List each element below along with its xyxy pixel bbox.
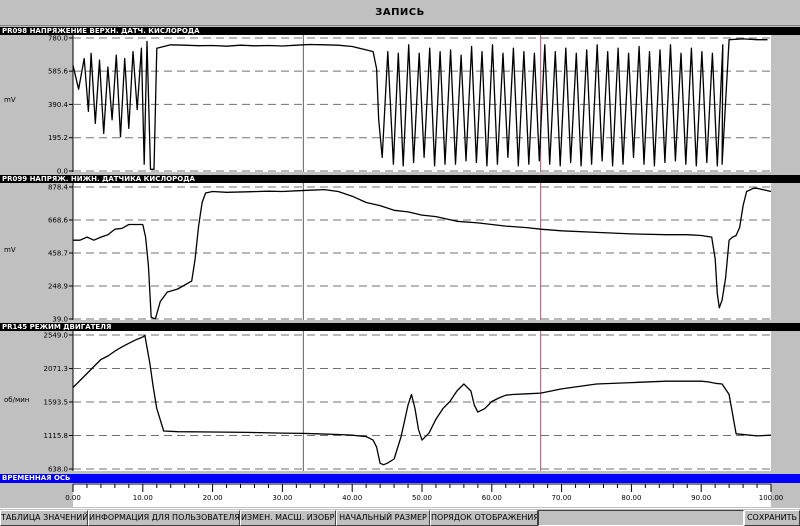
plot-area: 0.0195.2390.4585.6780.0mV39.0248.9458.76… xyxy=(4,35,783,507)
change-scale-button[interactable]: ИЗМЕН. МАСШ. ИЗОБР. xyxy=(240,510,336,526)
ytick-label-engine-rpm-0: 638.0 xyxy=(48,466,68,474)
panel-title-lower-o2: PR099 НАПРЯЖ. НИЖН. ДАТЧИКА КИСЛОРОДА xyxy=(0,175,800,183)
ylabel-lower-o2: mV xyxy=(4,246,16,254)
plot-bg-lower-o2 xyxy=(73,183,771,320)
plot-bg-engine-rpm xyxy=(73,331,771,471)
save-button[interactable]: СОХРАНИТЬ xyxy=(744,510,800,526)
initial-size-button[interactable]: НАЧАЛЬНЫЙ РАЗМЕР xyxy=(336,510,430,526)
ytick-label-upper-o2-2: 390.4 xyxy=(48,101,69,109)
ytick-label-lower-o2-4: 878.4 xyxy=(48,184,69,192)
ytick-label-engine-rpm-4: 2549.0 xyxy=(44,332,69,340)
ylabel-engine-rpm: об/мин xyxy=(4,396,29,404)
ytick-label-upper-o2-1: 195.2 xyxy=(48,134,68,142)
ytick-label-upper-o2-3: 585.6 xyxy=(48,68,69,76)
record-window: ЗАПИСЬ PR098 НАПРЯЖЕНИЕ ВЕРХН. ДАТЧ. КИС… xyxy=(0,0,800,526)
ytick-label-lower-o2-1: 248.9 xyxy=(48,282,68,290)
user-info-button[interactable]: ИНФОРМАЦИЯ ДЛЯ ПОЛЬЗОВАТЕЛЯ xyxy=(88,510,240,526)
panel-title-upper-o2: PR098 НАПРЯЖЕНИЕ ВЕРХН. ДАТЧ. КИСЛОРОДА xyxy=(0,27,800,35)
toolbar-spacer xyxy=(538,510,744,526)
ylabel-upper-o2: mV xyxy=(4,96,16,104)
ytick-label-engine-rpm-3: 2071.3 xyxy=(44,365,69,373)
ytick-label-engine-rpm-1: 1115.8 xyxy=(44,432,69,440)
ytick-label-lower-o2-2: 458.7 xyxy=(48,250,68,258)
ytick-label-lower-o2-3: 668.6 xyxy=(48,216,69,224)
time-axis-bg xyxy=(73,483,771,507)
ytick-label-upper-o2-4: 780.0 xyxy=(48,35,68,43)
window-title: ЗАПИСЬ xyxy=(0,0,800,26)
bottom-toolbar: ТАБЛИЦА ЗНАЧЕНИЙ ИНФОРМАЦИЯ ДЛЯ ПОЛЬЗОВА… xyxy=(0,508,800,526)
time-axis-title: ВРЕМЕННАЯ ОСЬ xyxy=(0,474,800,483)
display-order-button[interactable]: ПОРЯДОК ОТОБРАЖЕНИЯ xyxy=(430,510,538,526)
panel-title-engine-rpm: PR145 РЕЖИМ ДВИГАТЕЛЯ xyxy=(0,323,800,331)
ytick-label-engine-rpm-2: 1593.5 xyxy=(44,399,69,407)
values-table-button[interactable]: ТАБЛИЦА ЗНАЧЕНИЙ xyxy=(0,510,88,526)
plot-bg-upper-o2 xyxy=(73,35,771,172)
